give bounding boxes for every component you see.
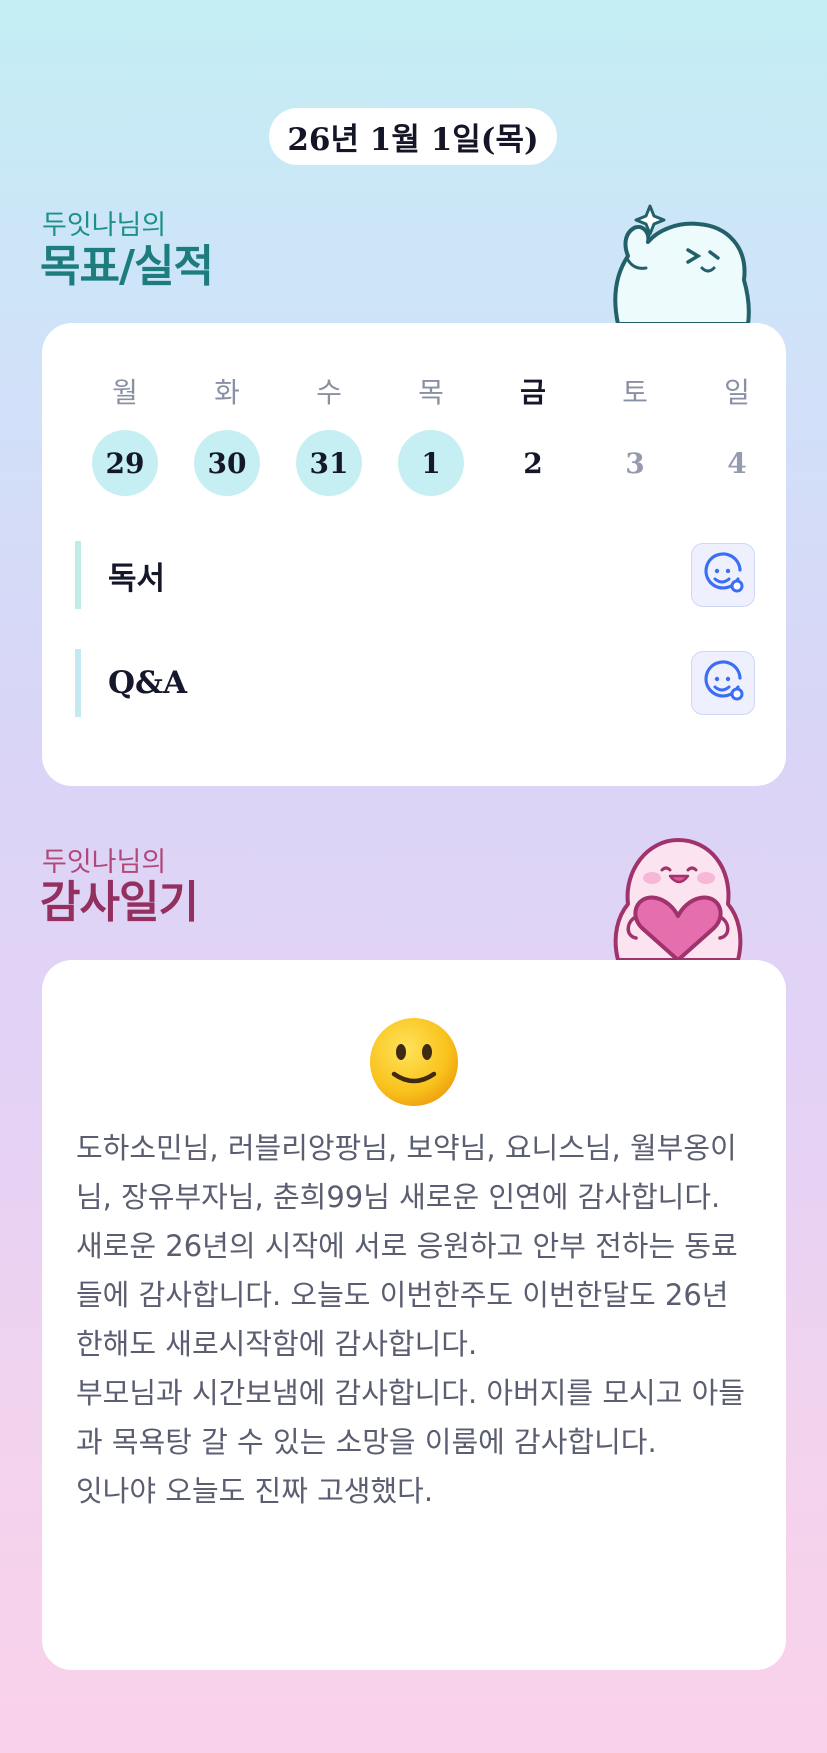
date-circle[interactable]: 2	[500, 430, 566, 496]
pink-character-heart-illustration	[613, 838, 743, 960]
weekday-label-today: 금	[520, 376, 546, 409]
goals-section-title: 목표/실적	[40, 241, 214, 292]
date-circle-completed[interactable]: 30	[194, 430, 260, 496]
thanks-section-title: 감사일기	[40, 877, 199, 928]
goal-item-reading[interactable]: 독서	[75, 541, 755, 609]
goal-item-qna[interactable]: Q&A	[75, 649, 755, 717]
mood-face-icon	[704, 660, 744, 701]
date-pill[interactable]: 26년 1월 1일(목)	[269, 108, 557, 165]
date-circle-future[interactable]: 3	[602, 430, 668, 496]
date-circle-completed[interactable]: 31	[296, 430, 362, 496]
slightly-smiling-face-icon	[370, 1018, 458, 1106]
weekday-row: 월 화 수 목 금 토 일	[74, 371, 788, 411]
thanks-diary-text: 도하소민님, 러블리앙팡님, 보약님, 요니스님, 월부옹이님, 장유부자님, …	[76, 1131, 745, 1508]
goal-label: 독서	[75, 541, 165, 609]
weekday-label: 수	[316, 376, 342, 409]
date-row: 29 30 31 1 2 3 4	[74, 430, 788, 496]
thanks-diary-card: 도하소민님, 러블리앙팡님, 보약님, 요니스님, 월부옹이님, 장유부자님, …	[42, 960, 786, 1670]
date-circle-completed[interactable]: 1	[398, 430, 464, 496]
date-circle-completed[interactable]: 29	[92, 430, 158, 496]
weekday-label: 화	[214, 376, 240, 409]
cloud-character-illustration	[613, 204, 751, 324]
weekday-label: 토	[622, 376, 648, 409]
mood-record-button[interactable]	[691, 651, 755, 715]
date-circle-future[interactable]: 4	[704, 430, 770, 496]
mood-face-icon	[704, 552, 744, 593]
weekday-label: 월	[112, 376, 138, 409]
weekday-label: 목	[418, 376, 444, 409]
goal-label: Q&A	[75, 649, 187, 717]
mood-record-button[interactable]	[691, 543, 755, 607]
weekday-label: 일	[724, 376, 750, 409]
goals-card: 월 화 수 목 금 토 일 29 30 31 1 2 3 4 독서 Q&A	[42, 323, 786, 786]
